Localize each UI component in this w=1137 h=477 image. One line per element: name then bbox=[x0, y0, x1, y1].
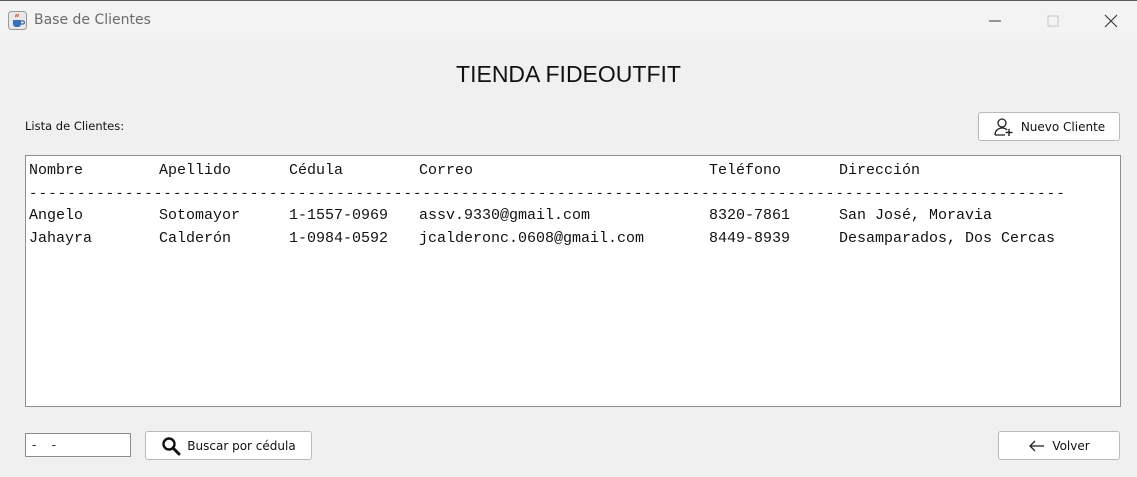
cell-direccion: Desamparados, Dos Cercas bbox=[839, 230, 1056, 247]
cell-telefono: 8320-7861 bbox=[709, 207, 791, 224]
cell-nombre: Angelo bbox=[29, 207, 84, 224]
minimize-icon bbox=[989, 20, 1001, 22]
window-title: Base de Clientes bbox=[34, 12, 151, 28]
title-bar: Base de Clientes bbox=[0, 0, 1137, 39]
cell-cedula: 1-0984-0592 bbox=[289, 230, 389, 247]
search-by-cedula-button[interactable]: Buscar por cédula bbox=[145, 431, 312, 460]
cell-telefono: 8449-8939 bbox=[709, 230, 791, 247]
cell-cedula: 1-1557-0969 bbox=[289, 207, 389, 224]
java-cup-icon bbox=[8, 11, 27, 30]
add-user-icon bbox=[994, 117, 1013, 136]
column-header: Teléfono bbox=[709, 162, 782, 179]
search-by-cedula-label: Buscar por cédula bbox=[187, 438, 296, 453]
maximize-button[interactable] bbox=[1024, 1, 1082, 40]
column-header: Dirección bbox=[839, 162, 921, 179]
main-panel: TIENDA FIDEOUTFIT Lista de Clientes: Nue… bbox=[0, 39, 1137, 477]
cell-correo: assv.9330@gmail.com bbox=[419, 207, 591, 224]
close-button[interactable] bbox=[1082, 1, 1137, 40]
search-icon bbox=[162, 436, 181, 455]
cell-nombre: Jahayra bbox=[29, 230, 93, 247]
page-title: TIENDA FIDEOUTFIT bbox=[456, 61, 681, 87]
cedula-input[interactable]: - - bbox=[25, 433, 131, 457]
new-client-label: Nuevo Cliente bbox=[1020, 119, 1106, 134]
column-header: Correo bbox=[419, 162, 474, 179]
new-client-button[interactable]: Nuevo Cliente bbox=[978, 112, 1120, 141]
client-list-textarea[interactable]: Nombre Apellido Cédula Correo Teléfono D… bbox=[25, 155, 1121, 407]
back-label: Volver bbox=[1052, 438, 1090, 453]
close-icon bbox=[1104, 14, 1118, 28]
column-header: Cédula bbox=[289, 162, 344, 179]
cell-direccion: San José, Moravia bbox=[839, 207, 993, 224]
arrow-left-icon bbox=[1029, 440, 1045, 451]
column-header: Nombre bbox=[29, 162, 84, 179]
minimize-button[interactable] bbox=[966, 1, 1024, 40]
cell-apellido: Calderón bbox=[159, 230, 232, 247]
column-header: Apellido bbox=[159, 162, 232, 179]
back-button[interactable]: Volver bbox=[998, 431, 1120, 460]
table-row: Jahayra Calderón 1-0984-0592 jcalderonc.… bbox=[29, 230, 1055, 374]
separator-line: ----------------------------------------… bbox=[29, 186, 1066, 202]
cell-correo: jcalderonc.0608@gmail.com bbox=[419, 230, 645, 247]
maximize-icon bbox=[1047, 15, 1059, 27]
client-list-label: Lista de Clientes: bbox=[25, 119, 125, 133]
cell-apellido: Sotomayor bbox=[159, 207, 241, 224]
